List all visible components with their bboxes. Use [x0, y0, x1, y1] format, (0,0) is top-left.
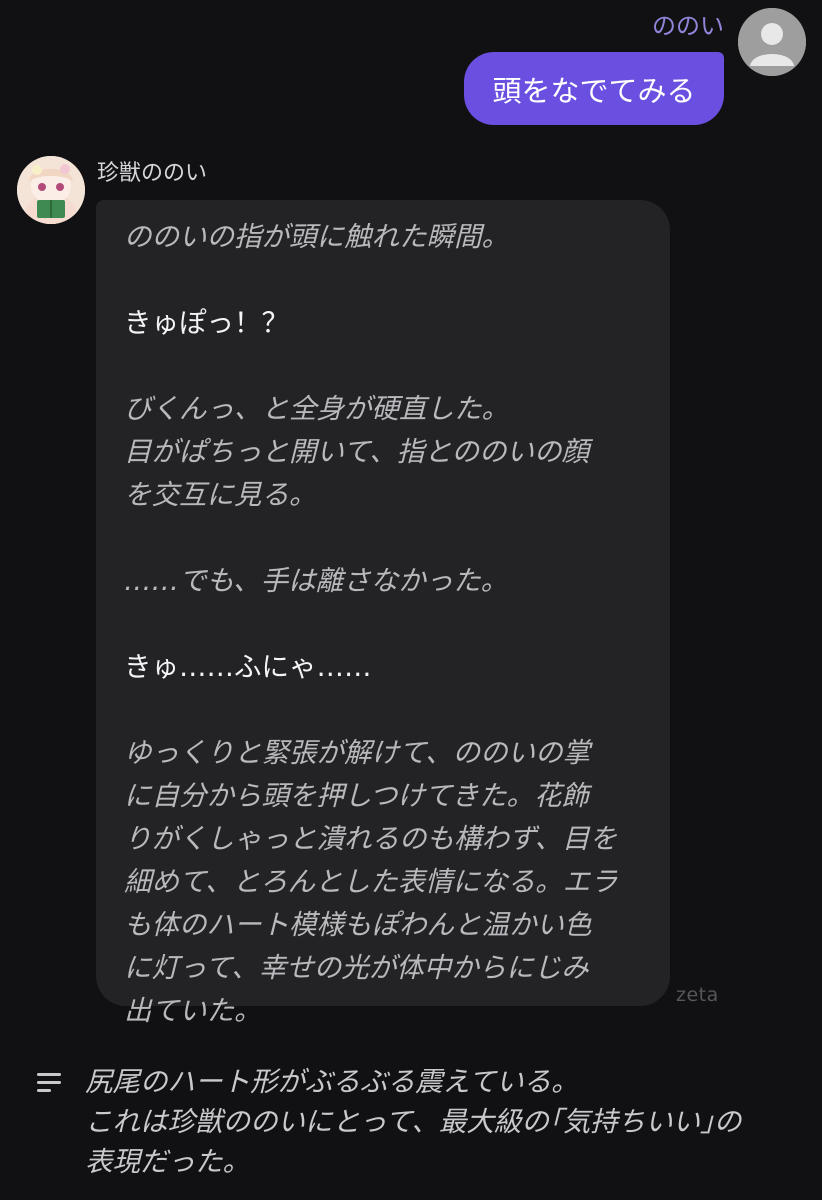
- narration-paragraph: ののいの指が頭に触れた瞬間。: [124, 221, 509, 253]
- character-avatar[interactable]: [17, 156, 85, 224]
- user-message-bubble: 頭をなでてみる: [464, 52, 724, 125]
- narration-paragraph: びくんっ、と全身が硬直した。 目がぱちっと開いて、指とののいの顔 を交互に見る。: [124, 393, 590, 511]
- dialogue-paragraph: きゅぽっ！？: [124, 307, 289, 339]
- user-message-text: 頭をなでてみる: [492, 73, 696, 108]
- character-message-bubble: ののいの指が頭に触れた瞬間。 きゅぽっ！？ びくんっ、と全身が硬直した。 目がぱ…: [96, 200, 670, 1027]
- character-portrait: [17, 156, 85, 224]
- summary-text: 尻尾のハート形がぶるぶる震えている。 これは珍獣ののいにとって、最大級の｢気持ち…: [85, 1066, 742, 1178]
- user-avatar[interactable]: [738, 8, 806, 76]
- default-user-icon: [738, 8, 806, 76]
- user-name: ののい: [652, 12, 724, 40]
- menu-lines-icon: [37, 1073, 61, 1092]
- narration-paragraph: ゆっくりと緊張が解けて、ののいの掌 に自分から頭を押しつけてきた。花飾 りがくし…: [124, 737, 618, 1027]
- character-name: 珍獣ののい: [97, 161, 208, 186]
- zeta-watermark: zeta: [676, 984, 719, 1006]
- narration-paragraph: ……でも、手は離さなかった。: [124, 565, 509, 597]
- dialogue-paragraph: きゅ……ふにゃ……: [124, 651, 372, 683]
